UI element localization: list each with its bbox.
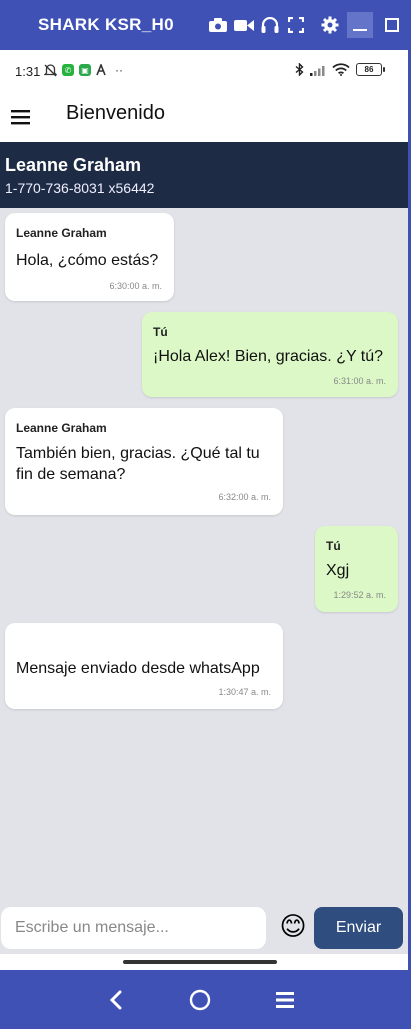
- contact-header[interactable]: Leanne Graham 1-770-736-8031 x56442: [0, 142, 408, 208]
- message-text: Mensaje enviado desde whatsApp: [16, 660, 260, 677]
- notification-icons: ✆ ▣ ··: [44, 63, 123, 77]
- message-text: También bien, gracias. ¿Qué tal tu fin d…: [16, 445, 260, 483]
- bluetooth-icon: [295, 63, 304, 76]
- gesture-area: [0, 954, 408, 970]
- message-bubble-outgoing[interactable]: Tú Xgj 1:29:52 a. m.: [315, 526, 398, 612]
- emulator-navigation-bar: [0, 970, 411, 1029]
- message-time: 6:30:00 a. m.: [109, 281, 162, 291]
- message-time: 1:29:52 a. m.: [333, 590, 386, 600]
- minimize-icon[interactable]: [347, 12, 373, 38]
- send-button[interactable]: Enviar: [314, 907, 403, 949]
- emoji-button[interactable]: 😊: [277, 910, 309, 942]
- contact-name: Leanne Graham: [5, 155, 142, 175]
- wifi-icon: [332, 63, 350, 76]
- message-sender: Tú: [153, 325, 168, 339]
- message-bubble-outgoing[interactable]: Tú ¡Hola Alex! Bien, gracias. ¿Y tú? 6:3…: [142, 312, 398, 397]
- emulator-toolbar: SHARK KSR_H0: [0, 0, 411, 50]
- hamburger-menu-icon[interactable]: [10, 106, 32, 128]
- message-text: Xgj: [326, 562, 350, 579]
- message-time: 6:32:00 a. m.: [218, 492, 271, 502]
- maximize-icon[interactable]: [379, 12, 405, 38]
- gear-icon[interactable]: [317, 12, 343, 38]
- message-list[interactable]: Leanne Graham Hola, ¿cómo estás? 6:30:00…: [0, 208, 408, 904]
- app-bar: Bienvenido: [0, 94, 408, 142]
- system-icons: 86: [295, 63, 385, 76]
- message-bubble-incoming[interactable]: Mensaje enviado desde whatsApp 1:30:47 a…: [5, 623, 283, 709]
- home-gesture-bar[interactable]: [123, 960, 277, 964]
- emulator-title: SHARK KSR_H0: [38, 15, 174, 34]
- message-time: 1:30:47 a. m.: [218, 687, 271, 697]
- recent-apps-icon[interactable]: [273, 988, 297, 1012]
- android-status-bar: 1:31 ✆ ▣ ·· 86: [0, 50, 408, 94]
- emulator-controls: [205, 12, 405, 38]
- whatsapp-icon: ✆: [62, 64, 74, 76]
- back-icon[interactable]: [104, 988, 128, 1012]
- headphones-icon[interactable]: [257, 12, 283, 38]
- battery-icon: 86: [356, 63, 385, 76]
- fullscreen-icon[interactable]: [283, 12, 309, 38]
- message-sender: Leanne Graham: [16, 421, 107, 435]
- message-bubble-incoming[interactable]: Leanne Graham Hola, ¿cómo estás? 6:30:00…: [5, 213, 174, 301]
- contact-phone: 1-770-736-8031 x56442: [5, 180, 155, 196]
- page-title: Bienvenido: [66, 102, 165, 124]
- message-composer: 😊 Enviar: [0, 902, 408, 954]
- message-sender: Leanne Graham: [16, 226, 107, 240]
- more-notifications: ··: [115, 63, 123, 77]
- mute-alarm-icon: [44, 63, 57, 76]
- phone-screen: 1:31 ✆ ▣ ·· 86 Bienvenido Leanne Graham …: [0, 50, 408, 970]
- message-time: 6:31:00 a. m.: [333, 376, 386, 386]
- message-text: ¡Hola Alex! Bien, gracias. ¿Y tú?: [153, 348, 384, 365]
- a-icon: [96, 64, 106, 76]
- signal-icon: [310, 65, 325, 76]
- battery-level: 86: [364, 65, 374, 74]
- message-sender: Tú: [326, 539, 341, 553]
- home-icon[interactable]: [188, 988, 212, 1012]
- video-icon[interactable]: [231, 12, 257, 38]
- camera-icon[interactable]: [205, 12, 231, 38]
- message-text: Hola, ¿cómo estás?: [16, 252, 159, 269]
- message-input[interactable]: [1, 907, 266, 949]
- message-bubble-incoming[interactable]: Leanne Graham También bien, gracias. ¿Qu…: [5, 408, 283, 515]
- app-icon: ▣: [79, 64, 91, 76]
- status-time: 1:31: [15, 64, 41, 79]
